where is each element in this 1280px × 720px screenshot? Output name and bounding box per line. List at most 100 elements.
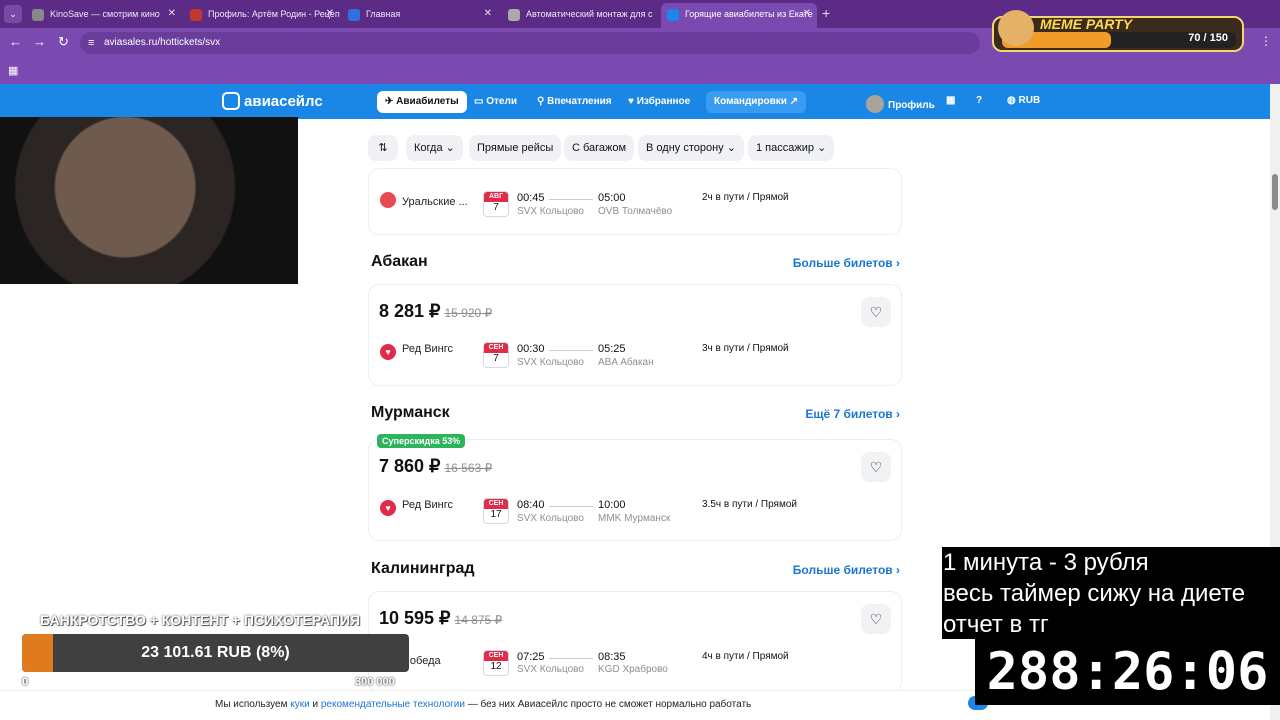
departure-time: 00:45 — [517, 192, 545, 204]
webcam-feed — [0, 117, 298, 284]
aviasales-logo[interactable]: авиасейлс — [222, 92, 323, 110]
nav-experiences[interactable]: ⚲ Впечатления — [529, 91, 620, 113]
close-icon[interactable]: ✕ — [803, 8, 811, 19]
recommendations-link[interactable]: рекомендательные технологии — [321, 699, 465, 710]
filter-label: В одну сторону — [646, 142, 724, 154]
donation-goal-min: 0 — [22, 676, 29, 688]
meme-party-widget: MEME PARTY 70 / 150 — [992, 10, 1244, 52]
ticket-card[interactable]: Суперскидка 53% 7 860 ₽16 563 ₽ ♡ ♥ Ред В… — [369, 434, 901, 540]
stream-timer: 288:26:06 — [975, 639, 1280, 705]
chevron-down-icon: ⌄ — [817, 142, 827, 154]
arrival-airport: ABA Абакан — [598, 357, 654, 368]
tab-main[interactable]: Главная ✕ — [342, 3, 498, 28]
route-line — [549, 199, 593, 200]
filter-baggage[interactable]: С багажом — [564, 135, 635, 161]
close-icon[interactable]: ✕ — [484, 8, 492, 19]
apps-grid-icon[interactable]: ▦ — [8, 64, 18, 77]
filter-one-way[interactable]: В одну сторону ⌄ — [638, 135, 744, 161]
date-badge: СЕН 17 — [483, 498, 509, 524]
site-settings-icon[interactable]: ≡ — [88, 32, 94, 54]
profile-label: Профиль — [888, 100, 935, 111]
avatar — [866, 95, 884, 113]
donation-goal-bar: 23 101.61 RUB (8%) — [22, 634, 409, 672]
ticket-price: 10 595 ₽14 875 ₽ — [379, 608, 503, 628]
nav-label: Авиабилеты — [396, 96, 459, 107]
arrival-time: 05:25 — [598, 343, 626, 355]
nav-hotels[interactable]: ▭ Отели — [466, 91, 525, 113]
filter-direct[interactable]: Прямые рейсы — [469, 135, 562, 161]
tab-profile[interactable]: Профиль: Артём Родин - Рецеп ✕ — [184, 3, 340, 28]
more-tickets-link[interactable]: Больше билетов › — [793, 256, 900, 270]
departure-time: 00:30 — [517, 343, 545, 355]
filter-when[interactable]: Когда ⌄ — [406, 135, 463, 161]
flight-duration: 3.5ч в пути / Прямой — [702, 499, 797, 510]
new-tab-plus-icon[interactable]: + — [822, 5, 830, 21]
back-arrow-icon[interactable]: ← — [9, 34, 22, 49]
cookie-text: — без них Авиасейлс просто не сможет нор… — [464, 699, 752, 710]
airline-logo-icon: ♥ — [380, 344, 396, 360]
nav-favorites[interactable]: ♥ Избранное — [620, 91, 698, 113]
ticket-price: 7 860 ₽16 563 ₽ — [379, 456, 493, 476]
info-line: весь таймер сижу на диете — [943, 580, 1246, 607]
nav-flights[interactable]: ✈ Авиабилеты — [377, 91, 467, 113]
filter-passengers[interactable]: 1 пассажир ⌄ — [748, 135, 835, 161]
departure-time: 07:25 — [517, 651, 545, 663]
pause-favicon-icon — [348, 9, 360, 21]
cookies-link[interactable]: куки — [290, 699, 309, 710]
arrival-time: 05:00 — [598, 192, 626, 204]
ticket-card[interactable]: 10 595 ₽14 875 ₽ ♡ Победа СЕН 12 07:25 08… — [369, 592, 901, 692]
profile-link[interactable]: Профиль — [866, 95, 935, 113]
date-day: 7 — [493, 353, 499, 364]
bed-icon: ▭ — [474, 96, 487, 107]
kinosave-favicon-icon — [32, 9, 44, 21]
currency-label: RUB — [1018, 95, 1041, 106]
ticket-card[interactable]: 8 281 ₽15 920 ₽ ♡ ♥ Ред Вингс СЕН 7 00:30 … — [369, 285, 901, 385]
tab-list-button[interactable]: ⌄ — [4, 5, 22, 23]
flight-duration: 2ч в пути / Прямой — [702, 192, 789, 203]
tab-title: KinoSave — смотрим кино — [50, 9, 160, 19]
tab-montage[interactable]: Автоматический монтаж для с — [502, 3, 658, 28]
favorite-heart-icon[interactable]: ♡ — [861, 452, 891, 482]
close-icon[interactable]: ✕ — [168, 8, 176, 19]
more-tickets-link[interactable]: Больше билетов › — [793, 563, 900, 577]
aviasales-favicon-icon — [667, 9, 679, 21]
scrollbar-thumb[interactable] — [1272, 174, 1278, 210]
sort-toggle-icon[interactable]: ⇅ — [368, 135, 398, 161]
browser-menu-icon[interactable]: ⋮ — [1260, 34, 1272, 48]
tab-aviasales[interactable]: Горящие авиабилеты из Екате ✕ — [661, 3, 817, 28]
info-line: 1 минута - 3 рубля — [943, 549, 1149, 576]
route-line — [549, 506, 593, 507]
pin-icon: ⚲ — [537, 96, 548, 107]
business-icon[interactable]: ▦ — [946, 95, 955, 106]
help-icon[interactable]: ? — [976, 95, 982, 106]
ticket-card[interactable]: Уральские ... АВГ 7 00:45 05:00 SVX Кольц… — [369, 169, 901, 234]
date-month: АВГ — [484, 192, 508, 202]
filter-label: 1 пассажир — [756, 142, 814, 154]
date-month: СЕН — [484, 651, 508, 661]
airline-name: Уральские ... — [380, 192, 468, 208]
more-tickets-link[interactable]: Ещё 7 билетов › — [805, 407, 900, 421]
reload-icon[interactable]: ↻ — [58, 34, 69, 50]
departure-airport: SVX Кольцово — [517, 664, 584, 675]
airline-name: ♥ Ред Вингс — [380, 499, 453, 516]
old-price: 16 563 ₽ — [444, 461, 493, 475]
date-day: 12 — [490, 661, 502, 672]
forward-arrow-icon[interactable]: → — [33, 34, 46, 49]
favorite-heart-icon[interactable]: ♡ — [861, 297, 891, 327]
favorite-heart-icon[interactable]: ♡ — [861, 604, 891, 634]
close-icon[interactable]: ✕ — [326, 8, 334, 19]
cookie-text: Мы используем — [215, 699, 291, 710]
tab-title: Профиль: Артём Родин - Рецеп — [208, 9, 340, 19]
tab-title: Главная — [366, 9, 401, 19]
tab-title: Горящие авиабилеты из Екате — [685, 9, 813, 19]
url-field[interactable]: ≡ aviasales.ru/hottickets/svx — [80, 32, 980, 54]
filter-label: С багажом — [572, 142, 627, 154]
nav-business-trips[interactable]: Командировки ↗ — [706, 91, 807, 113]
arrival-time: 10:00 — [598, 499, 626, 511]
donation-goal-title: БАНКРОТСТВО + КОНТЕНТ + ПСИХОТЕРАПИЯ — [40, 612, 361, 628]
tab-kinosave[interactable]: KinoSave — смотрим кино ✕ — [26, 3, 182, 28]
date-badge: СЕН 12 — [483, 650, 509, 676]
currency-selector[interactable]: ◍ RUB — [1007, 95, 1040, 106]
arrival-airport: MMK Мурманск — [598, 513, 671, 524]
departure-airport: SVX Кольцово — [517, 357, 584, 368]
